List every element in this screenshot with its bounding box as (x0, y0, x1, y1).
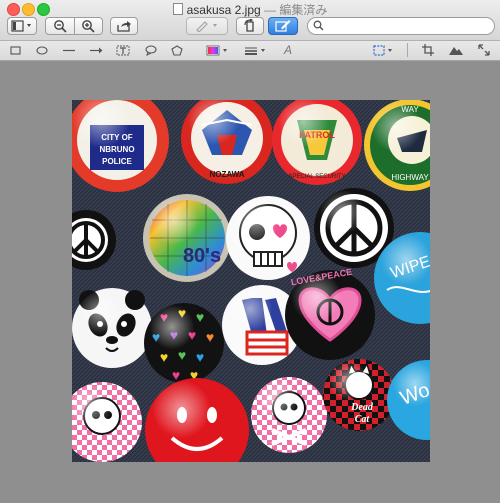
rectangle-tool-icon[interactable] (9, 43, 21, 57)
badge-skull (226, 196, 310, 280)
sidebar-icon (11, 20, 31, 32)
zoom-out-button[interactable] (46, 18, 75, 34)
badge-80s: 80's (143, 194, 231, 282)
window-title: asakusa 2.jpg — 編集済み (0, 1, 500, 18)
toolbar-divider (407, 43, 408, 57)
annotate-button[interactable] (186, 17, 228, 35)
title-edited-label: 編集済み (279, 3, 328, 17)
line-tool-icon[interactable] (62, 43, 76, 57)
crop-icon[interactable] (421, 43, 435, 57)
share-button[interactable] (110, 17, 138, 35)
badge-photo-graphic: CITY OF NBRUNO POLICE NOZAWA PATROL SPEC… (72, 100, 430, 462)
badge-hearts: ♥♥♥ ♥♥♥♥ ♥♥♥ ♥♥ (144, 303, 224, 383)
markup-toolbar: A (0, 41, 500, 61)
zoom-in-icon (82, 20, 96, 33)
share-icon (117, 21, 131, 32)
badge-dead-cat: Dead Cat (323, 359, 395, 431)
selection-tool-icon[interactable] (373, 43, 397, 57)
fullscreen-icon[interactable] (478, 43, 490, 57)
text-style-icon[interactable]: A (282, 43, 294, 57)
rotate-icon (244, 19, 254, 32)
badge-panda (72, 288, 152, 368)
pen-icon (196, 21, 217, 32)
search-icon (313, 20, 324, 34)
preview-window: asakusa 2.jpg — 編集済み A (0, 0, 500, 503)
sidebar-toggle-button[interactable] (7, 17, 37, 35)
speech-bubble-tool-icon[interactable] (145, 43, 157, 57)
markup-pen-icon (275, 20, 291, 32)
zoom-in-button[interactable] (75, 18, 102, 34)
color-picker-icon[interactable] (206, 43, 230, 57)
badge-pink-skull-2 (251, 377, 327, 453)
text-box-tool-icon[interactable] (116, 43, 130, 57)
title-separator: — (264, 3, 277, 17)
oval-tool-icon[interactable] (36, 43, 48, 57)
rotate-button[interactable] (236, 17, 264, 35)
arrow-tool-icon[interactable] (89, 43, 103, 57)
adjust-color-icon[interactable] (448, 43, 464, 57)
title-bar: asakusa 2.jpg — 編集済み (0, 0, 500, 41)
zoom-segmented-control (45, 17, 103, 35)
document-image[interactable]: CITY OF NBRUNO POLICE NOZAWA PATROL SPEC… (72, 100, 430, 462)
line-style-icon[interactable] (244, 43, 268, 57)
document-icon (172, 3, 183, 15)
zoom-out-icon (54, 20, 67, 33)
shape-tool-icon[interactable] (171, 43, 183, 57)
search-field[interactable] (307, 17, 495, 35)
markup-toolbar-button[interactable] (268, 17, 298, 35)
title-filename: asakusa 2.jpg (186, 3, 261, 17)
